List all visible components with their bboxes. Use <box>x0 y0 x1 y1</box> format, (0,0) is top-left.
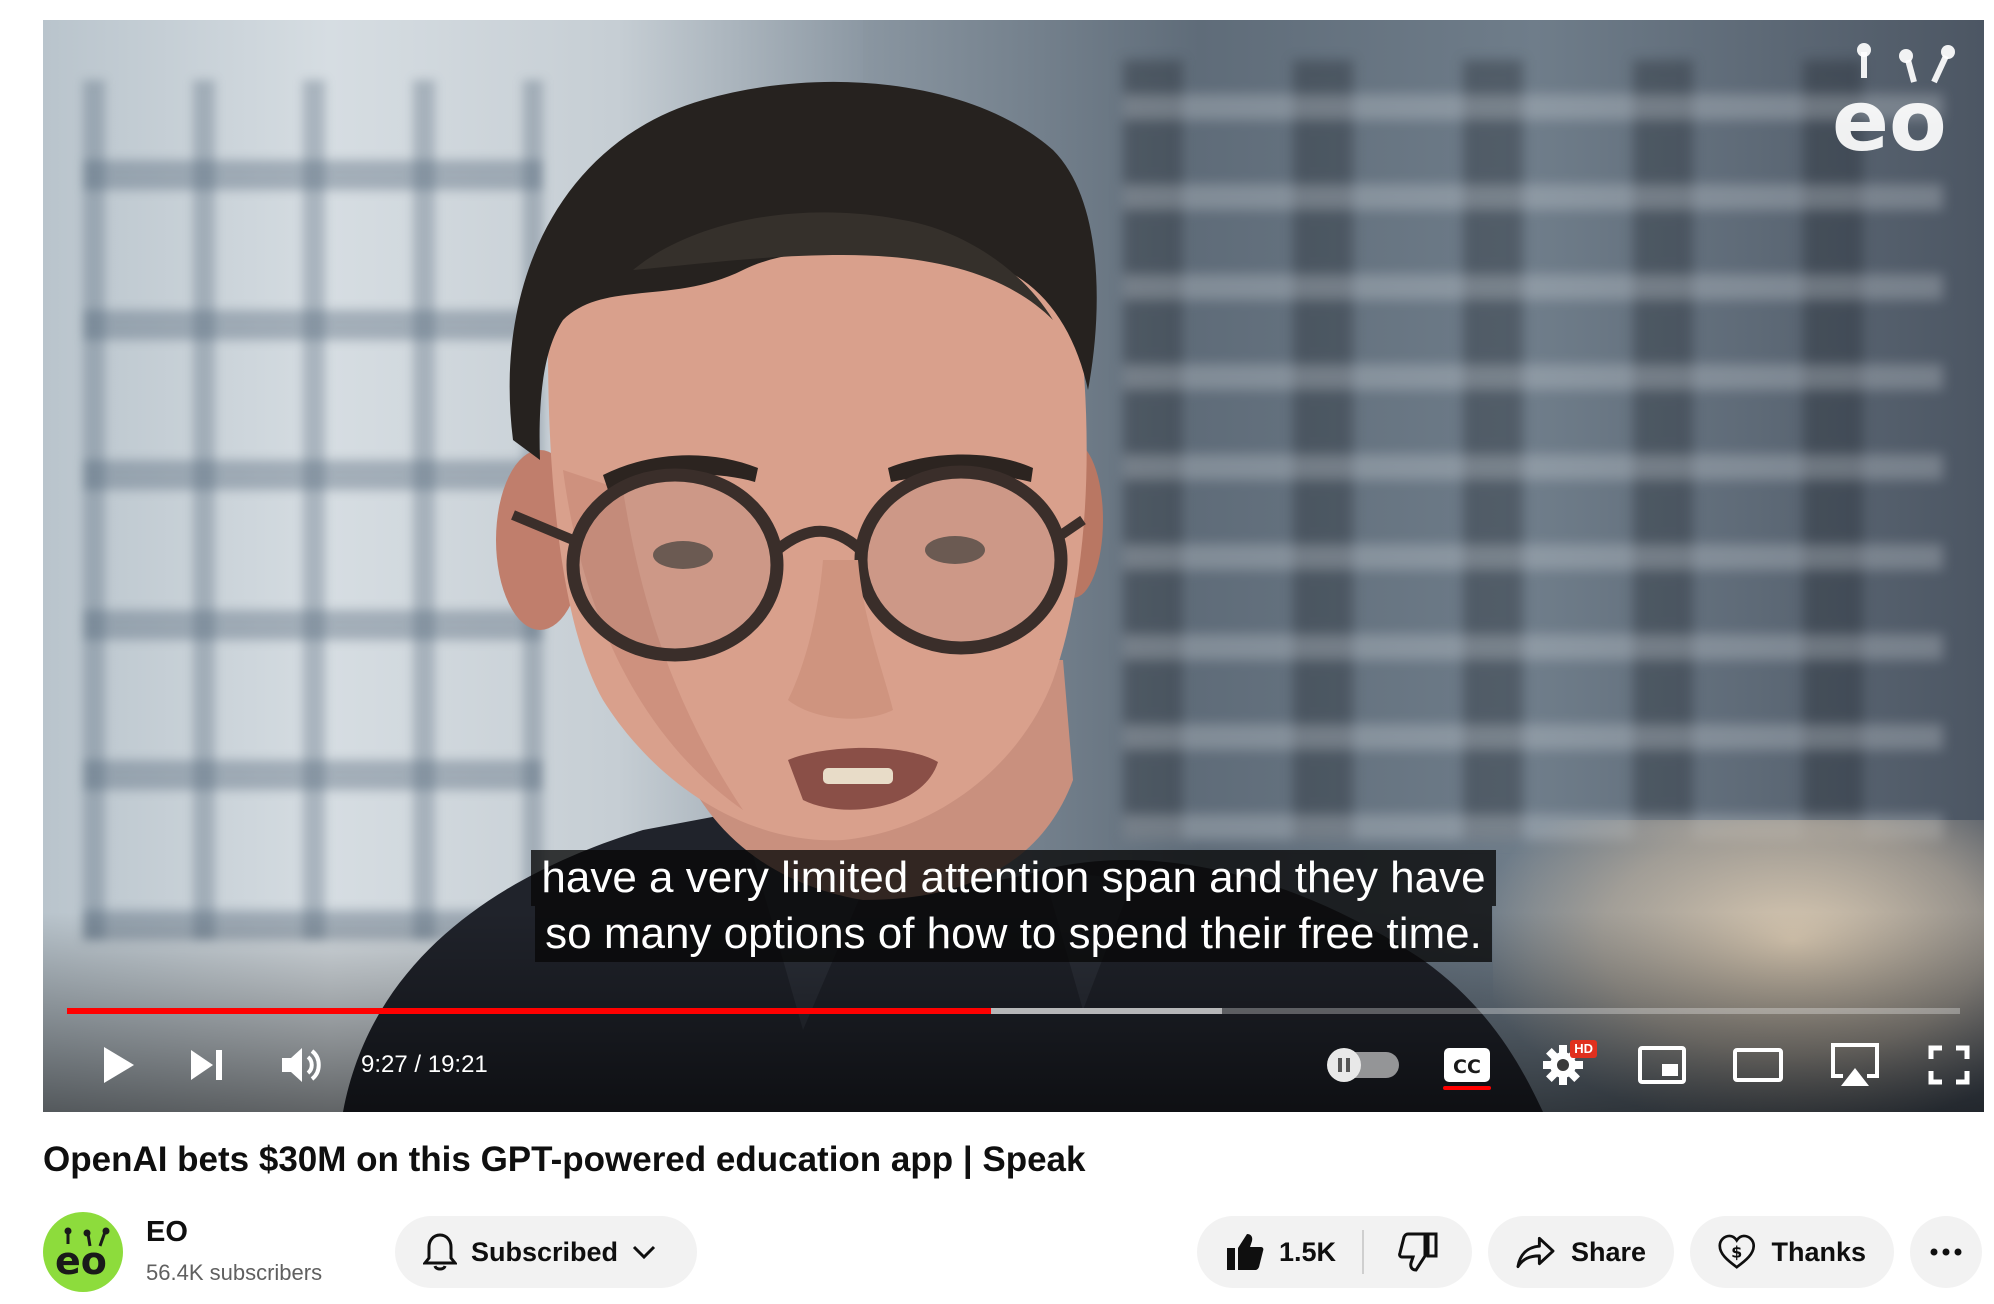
miniplayer-button[interactable] <box>1633 1030 1691 1100</box>
svg-text:eo: eo <box>1832 72 1947 158</box>
next-icon <box>191 1050 222 1080</box>
miniplayer-icon <box>1638 1046 1686 1084</box>
thanks-button[interactable]: $ Thanks <box>1690 1216 1894 1288</box>
chevron-down-icon <box>632 1245 656 1260</box>
eo-watermark-icon: eo <box>1832 43 1955 158</box>
hd-badge: HD <box>1570 1040 1597 1058</box>
more-actions-button[interactable] <box>1910 1216 1982 1288</box>
airplay-icon <box>1831 1043 1879 1086</box>
caption-line-2: so many options of how to spend their fr… <box>535 906 1492 962</box>
channel-name[interactable]: EO <box>146 1216 188 1249</box>
subscriber-count: 56.4K subscribers <box>146 1260 323 1285</box>
svg-text:$: $ <box>1731 1242 1742 1261</box>
subscribed-button[interactable]: Subscribed <box>395 1216 697 1288</box>
autoplay-toggle[interactable] <box>1327 1030 1399 1100</box>
play-icon <box>104 1047 134 1083</box>
next-button[interactable] <box>179 1030 235 1100</box>
caption-line-1: have a very limited attention span and t… <box>531 850 1496 906</box>
play-button[interactable] <box>91 1030 147 1100</box>
heart-dollar-icon: $ <box>1718 1234 1756 1269</box>
thumbs-down-icon <box>1398 1232 1438 1272</box>
pause-icon <box>1338 1058 1350 1072</box>
captions-button[interactable]: CC <box>1437 1030 1497 1100</box>
like-dislike-bar: 1.5K <box>1197 1216 1472 1288</box>
fullscreen-icon <box>1928 1045 1970 1085</box>
svg-text:CC: CC <box>1453 1056 1481 1078</box>
eo-logo-icon: eo <box>55 1227 110 1278</box>
like-button[interactable]: 1.5K <box>1197 1216 1362 1288</box>
cc-icon: CC <box>1444 1048 1490 1082</box>
settings-button[interactable]: HD <box>1531 1030 1597 1100</box>
dislike-button[interactable] <box>1364 1216 1472 1288</box>
time-display: 9:27 / 19:21 <box>361 1051 488 1078</box>
video-title: OpenAI bets $30M on this GPT-powered edu… <box>43 1140 1086 1179</box>
autoplay-knob <box>1327 1048 1361 1082</box>
share-icon <box>1516 1236 1555 1269</box>
bell-icon <box>423 1233 457 1271</box>
progress-bar[interactable] <box>67 1008 1960 1014</box>
svg-text:eo: eo <box>55 1239 107 1278</box>
thumbs-up-icon <box>1227 1234 1264 1270</box>
video-player[interactable]: eo have a very limited attention span an… <box>43 20 1984 1112</box>
progress-played <box>67 1008 991 1014</box>
autoplay-track <box>1327 1048 1399 1082</box>
airplay-button[interactable] <box>1825 1030 1885 1100</box>
subscribed-label: Subscribed <box>471 1236 619 1267</box>
more-horizontal-icon <box>1930 1248 1962 1256</box>
player-controls: 9:27 / 19:21 CC HD <box>43 1030 1984 1100</box>
fullscreen-button[interactable] <box>1923 1030 1975 1100</box>
thanks-label: Thanks <box>1771 1236 1866 1267</box>
theater-icon <box>1733 1048 1783 1082</box>
captions-overlay: have a very limited attention span and t… <box>43 850 1984 962</box>
volume-button[interactable] <box>273 1030 329 1100</box>
theater-mode-button[interactable] <box>1729 1030 1787 1100</box>
volume-icon <box>282 1048 321 1082</box>
share-label: Share <box>1570 1236 1646 1267</box>
channel-avatar[interactable]: eo <box>43 1212 123 1292</box>
cc-active-indicator <box>1443 1086 1491 1090</box>
like-count: 1.5K <box>1279 1236 1337 1267</box>
share-button[interactable]: Share <box>1488 1216 1674 1288</box>
